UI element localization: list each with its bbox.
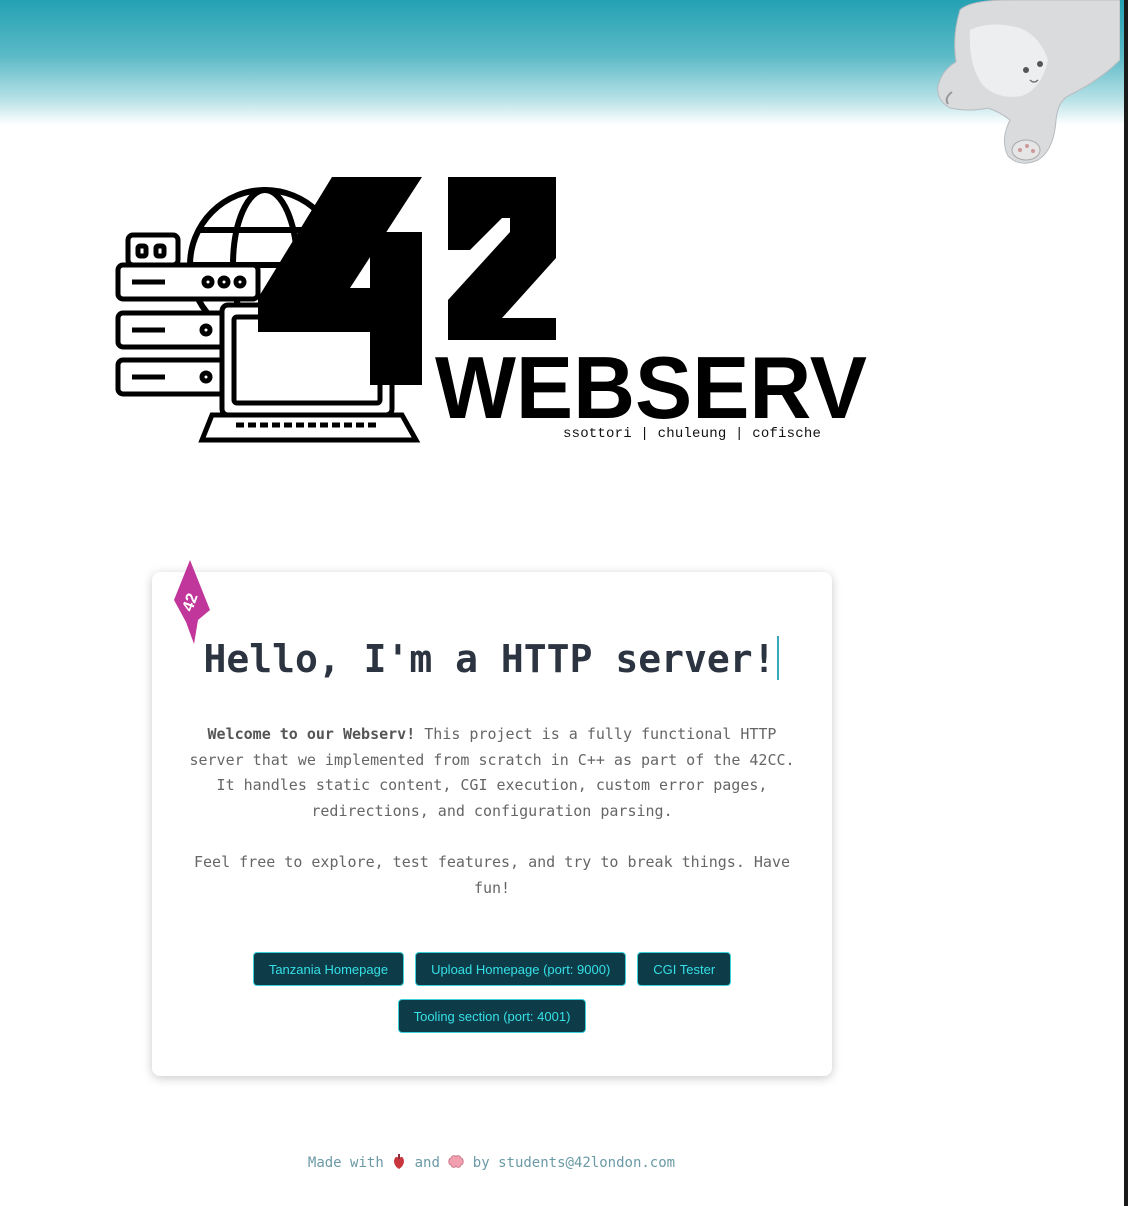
- logo-digit-two: [448, 177, 556, 340]
- link-button-row-2: Tooling section (port: 4001): [152, 999, 832, 1033]
- tooling-section-button[interactable]: Tooling section (port: 4001): [397, 999, 587, 1033]
- hanging-cat-image: [937, 0, 1120, 164]
- footer-and: and: [414, 1155, 440, 1171]
- anatomical-heart-icon: [394, 1154, 405, 1169]
- tanzania-homepage-button[interactable]: Tanzania Homepage: [252, 952, 405, 986]
- intro-paragraph: Welcome to our Webserv! This project is …: [182, 722, 802, 824]
- footer-prefix: Made with: [307, 1155, 384, 1171]
- brain-icon: [448, 1155, 465, 1168]
- logo-wordmark: WEBSERV: [435, 338, 867, 437]
- intro-bold-text: Welcome to our Webserv!: [207, 725, 416, 743]
- footer-suffix: by students@42london.com: [472, 1155, 676, 1171]
- text-cursor: [777, 636, 780, 680]
- cgi-tester-button[interactable]: CGI Tester: [637, 952, 732, 986]
- logo-credits: ssottori | chuleung | cofische: [563, 426, 822, 442]
- page-footer: Made with and by students@42london.com: [0, 1154, 983, 1171]
- note-paragraph: Feel free to explore, test features, and…: [193, 853, 791, 897]
- 42-sticker-icon: 42: [174, 560, 210, 644]
- link-button-row: Tanzania Homepage Upload Homepage (port:…: [152, 952, 832, 986]
- webserv-logo: WEBSERV: [115, 177, 867, 443]
- upload-homepage-button[interactable]: Upload Homepage (port: 9000): [415, 952, 627, 986]
- page-edge-bar: [1124, 0, 1128, 1206]
- page-headline: Hello, I'm a HTTP server!: [0, 636, 983, 681]
